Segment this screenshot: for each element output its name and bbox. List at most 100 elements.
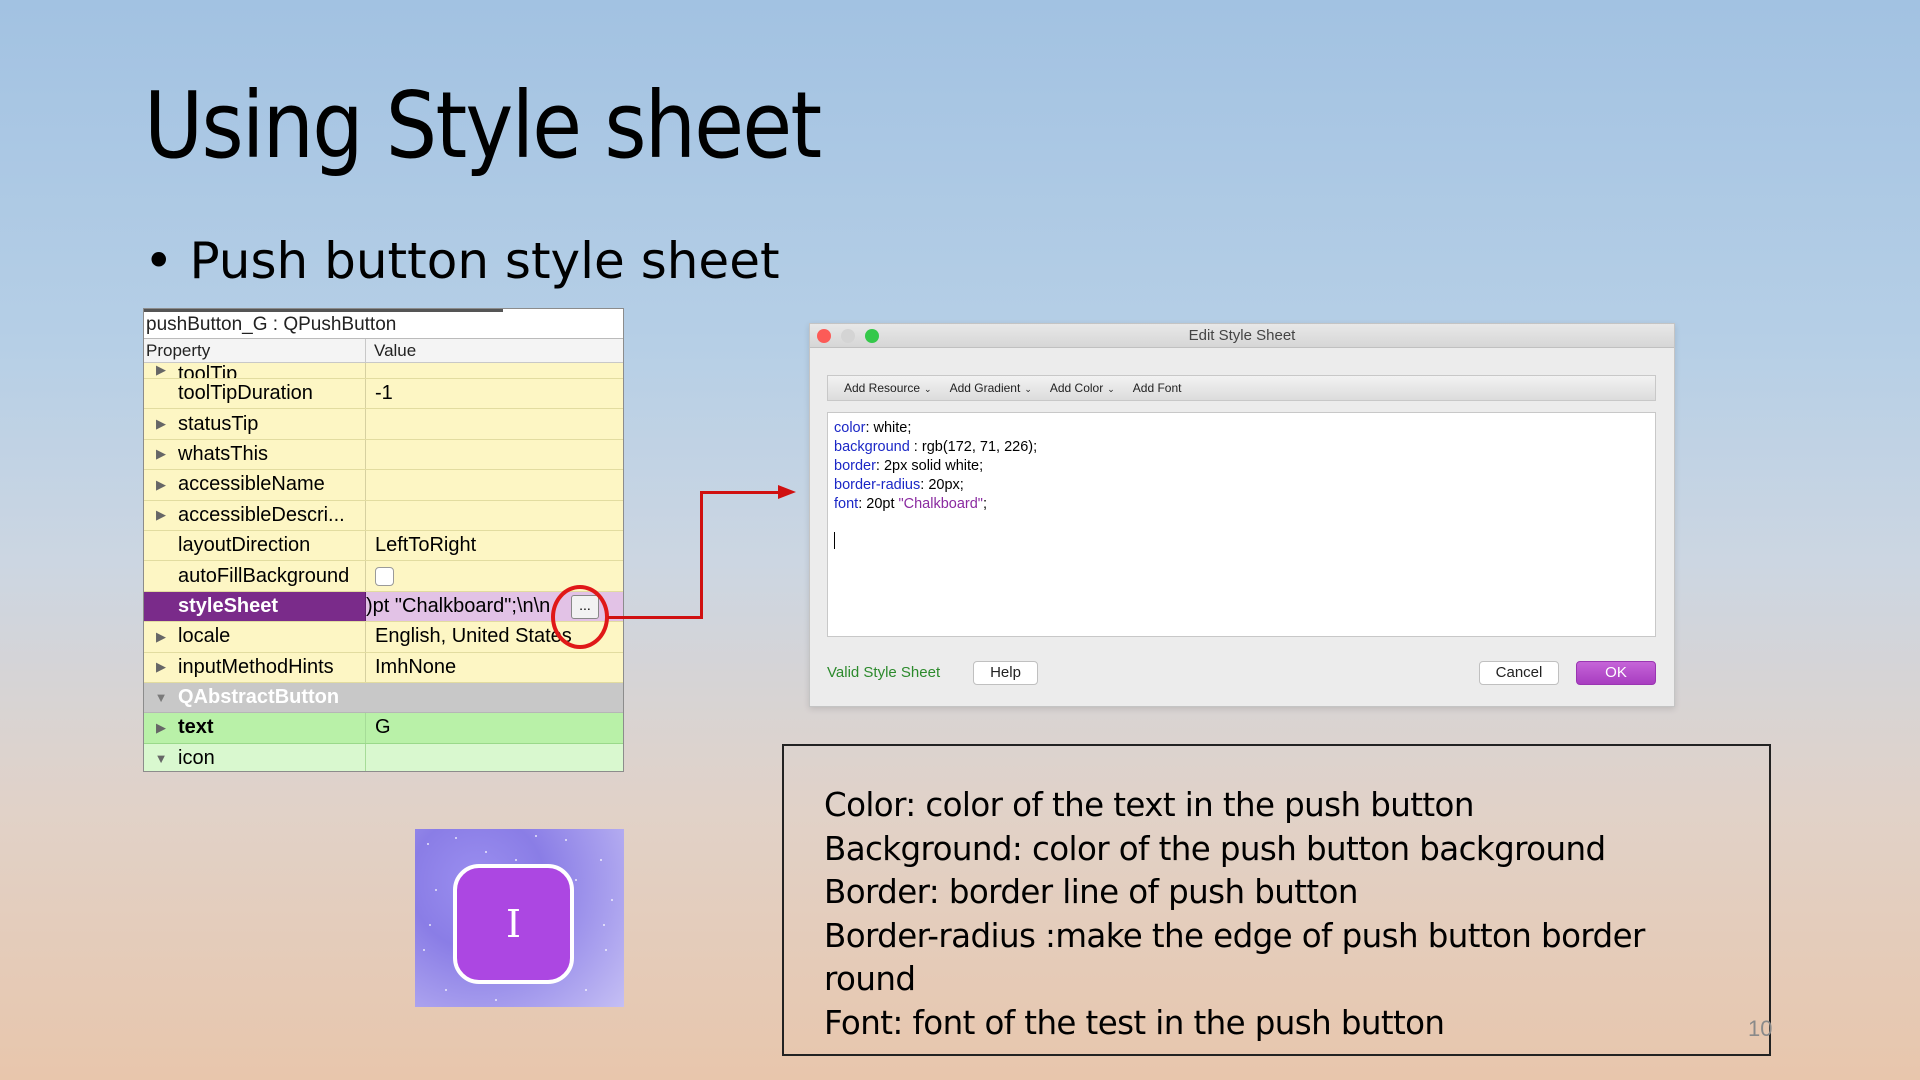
- sparkle: [565, 839, 567, 841]
- property-name-cell: toolTipDuration: [144, 379, 366, 409]
- property-row-text[interactable]: ▶ text G: [144, 713, 623, 744]
- cancel-button[interactable]: Cancel: [1479, 661, 1559, 685]
- zoom-window-icon[interactable]: [865, 329, 879, 343]
- code-property: background: [834, 439, 910, 455]
- sparkle: [611, 899, 613, 901]
- property-row-accessiblename[interactable]: ▶ accessibleName: [144, 470, 623, 501]
- property-value[interactable]: [366, 363, 623, 378]
- collapse-arrow-icon[interactable]: ▼: [144, 690, 178, 705]
- sparkle: [445, 989, 447, 991]
- property-value[interactable]: ImhNone: [366, 653, 623, 682]
- property-value-text: LeftToRight: [375, 534, 477, 557]
- property-value-text: -1: [375, 382, 393, 405]
- property-name-cell: ▶ whatsThis: [144, 439, 366, 470]
- group-label: QAbstractButton: [178, 686, 340, 709]
- property-name-cell: ▶ text: [144, 713, 366, 743]
- ok-button[interactable]: OK: [1576, 661, 1656, 685]
- property-row-inputmethodhints[interactable]: ▶ inputMethodHints ImhNone: [144, 652, 623, 683]
- property-name: locale: [178, 625, 231, 648]
- toolbar-button-label: Add Color: [1049, 381, 1104, 395]
- style-sheet-editor[interactable]: color: white; background : rgb(172, 71, 2…: [827, 412, 1656, 637]
- description-box: Color: color of the text in the push but…: [782, 744, 1771, 1056]
- minimize-window-icon[interactable]: [841, 329, 855, 343]
- auto-fill-checkbox[interactable]: [375, 566, 394, 586]
- help-button[interactable]: Help: [973, 661, 1038, 685]
- expand-arrow-icon[interactable]: ▶: [144, 363, 178, 378]
- property-value-text: )pt "Chalkboard";\n\n: [366, 594, 551, 617]
- property-value[interactable]: [366, 470, 623, 499]
- expand-arrow-icon[interactable]: ▶: [144, 720, 178, 736]
- expand-arrow-icon[interactable]: ▶: [144, 659, 178, 675]
- code-value: 2px solid white;: [883, 458, 984, 474]
- property-group-qabstractbutton[interactable]: ▼ QAbstractButton: [144, 682, 623, 714]
- property-row-tooltipduration[interactable]: toolTipDuration -1: [144, 379, 623, 410]
- sparkle: [485, 851, 487, 853]
- property-name-cell: ▶ toolTip: [144, 363, 366, 378]
- property-name: statusTip: [178, 412, 259, 435]
- bullet-text: Push button style sheet: [189, 232, 780, 290]
- property-name: whatsThis: [178, 442, 269, 465]
- property-value-text: ImhNone: [375, 655, 457, 678]
- sparkle: [600, 859, 602, 861]
- toolbar-add-resource-button[interactable]: Add Resource ⌄: [844, 381, 932, 395]
- styled-push-button[interactable]: I: [453, 864, 574, 984]
- property-value[interactable]: [366, 501, 623, 530]
- code-line: border: 2px solid white;: [834, 457, 1649, 476]
- column-header-value[interactable]: Value: [366, 339, 416, 362]
- code-string: "Chalkboard": [898, 496, 983, 512]
- code-property: border-radius: [834, 477, 921, 493]
- column-header-property[interactable]: Property: [144, 339, 366, 362]
- property-name-cell: ▶ accessibleName: [144, 470, 366, 500]
- expand-arrow-icon[interactable]: ▶: [144, 416, 178, 432]
- code-value: white;: [873, 420, 912, 436]
- property-value[interactable]: G: [366, 713, 623, 742]
- expand-arrow-icon[interactable]: ▶: [144, 507, 178, 523]
- dropdown-caret-icon: ⌄: [924, 384, 932, 394]
- close-window-icon[interactable]: [817, 329, 831, 343]
- toolbar-add-font-button[interactable]: Add Font: [1133, 381, 1182, 395]
- code-line: color: white;: [834, 419, 1649, 438]
- property-name: accessibleDescri...: [178, 503, 345, 526]
- connector-line: [700, 491, 703, 619]
- property-name: accessibleName: [178, 473, 325, 496]
- property-name-cell: ▶ statusTip: [144, 409, 366, 439]
- sparkle: [427, 843, 429, 845]
- property-row-icon[interactable]: ▼ icon: [144, 743, 623, 771]
- property-value[interactable]: [366, 744, 623, 771]
- code-line: font: 20pt "Chalkboard";: [834, 495, 1649, 514]
- property-row-accessibledescri[interactable]: ▶ accessibleDescri...: [144, 500, 623, 531]
- connector-line: [700, 491, 780, 494]
- property-value[interactable]: [366, 409, 623, 438]
- property-name-cell: ▶ locale: [144, 622, 366, 652]
- expand-arrow-icon[interactable]: ▶: [144, 629, 178, 645]
- dropdown-caret-icon: ⌄: [1024, 384, 1032, 394]
- property-name-cell: ▼ icon: [144, 743, 366, 771]
- property-value[interactable]: [366, 440, 623, 469]
- code-property: color: [834, 420, 866, 436]
- property-row-whatsthis[interactable]: ▶ whatsThis: [144, 439, 623, 471]
- expand-arrow-icon[interactable]: ▶: [144, 477, 178, 493]
- dropdown-caret-icon: ⌄: [1107, 384, 1115, 394]
- property-value[interactable]: -1: [366, 379, 623, 408]
- property-name-cell: ▶ inputMethodHints: [144, 652, 366, 682]
- column-headers: Property Value: [144, 339, 623, 363]
- property-value[interactable]: LeftToRight: [366, 531, 623, 560]
- expand-arrow-icon[interactable]: ▶: [144, 446, 178, 462]
- code-tail: ;: [982, 496, 987, 512]
- code-value: 20px;: [928, 477, 964, 493]
- property-row-autofillbackground[interactable]: autoFillBackground: [144, 561, 623, 592]
- property-name: text: [178, 716, 214, 739]
- property-row-layoutdirection[interactable]: layoutDirection LeftToRight: [144, 530, 623, 562]
- property-row-statustip[interactable]: ▶ statusTip: [144, 409, 623, 440]
- toolbar-add-gradient-button[interactable]: Add Gradient ⌄: [950, 381, 1032, 395]
- property-name-cell: ▶ accessibleDescri...: [144, 500, 366, 530]
- toolbar-add-color-button[interactable]: Add Color ⌄: [1050, 381, 1115, 395]
- property-row-locale[interactable]: ▶ locale English, United States: [144, 622, 623, 653]
- bullet-point: • Push button style sheet: [144, 232, 780, 290]
- sparkle: [435, 889, 437, 891]
- property-rows: ▶ toolTip toolTipDuration -1 ▶ statusTip ▶ what…: [144, 363, 623, 771]
- description-line: Background: color of the push button bac…: [824, 829, 1606, 868]
- expand-arrow-icon[interactable]: ▼: [144, 751, 178, 766]
- code-line: border-radius: 20px;: [834, 476, 1649, 495]
- property-row-tooltip[interactable]: ▶ toolTip: [144, 363, 623, 379]
